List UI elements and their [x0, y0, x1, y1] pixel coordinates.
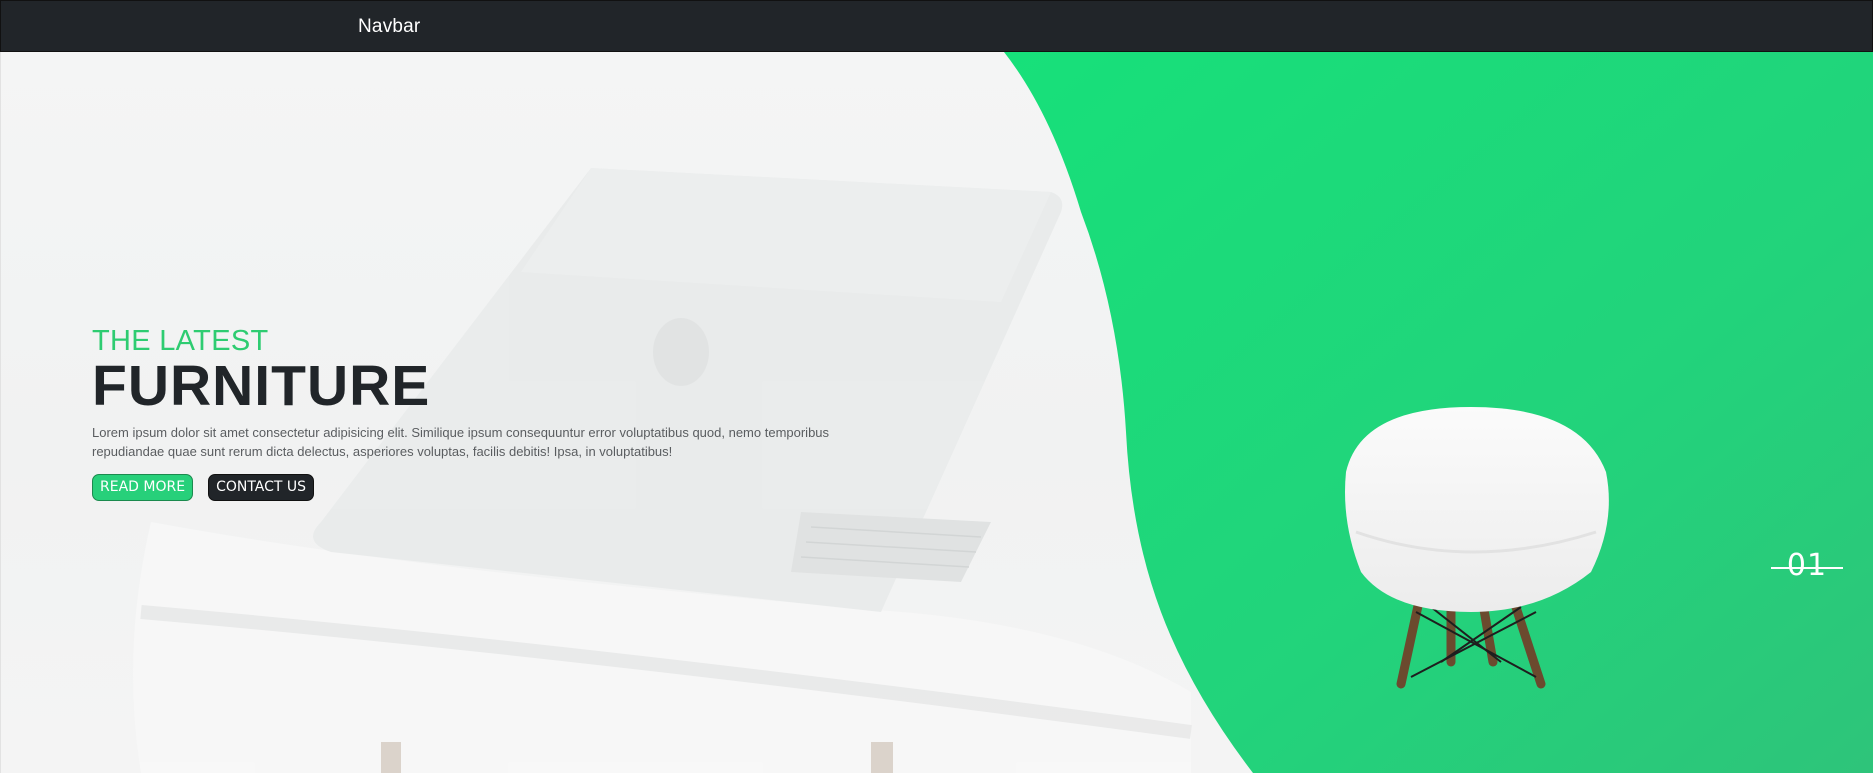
hero-subtitle: THE LATEST: [92, 325, 269, 357]
slide-indicator-line: [1771, 567, 1843, 569]
read-more-button[interactable]: READ MORE: [92, 474, 194, 501]
navbar: Navbar: [0, 0, 1873, 52]
contact-us-button[interactable]: CONTACT US: [208, 474, 315, 501]
hero-buttons: READ MORE CONTACT US: [92, 474, 852, 501]
hero-description: Lorem ipsum dolor sit amet consectetur a…: [92, 425, 830, 459]
slide-number: 01: [1786, 548, 1828, 583]
hero-title: FURNITURE: [92, 354, 431, 418]
slide-indicator[interactable]: 01: [1771, 547, 1843, 587]
hero-text-block: THE LATEST FURNITURE Lorem ipsum dolor s…: [92, 326, 852, 501]
navbar-brand[interactable]: Navbar: [358, 16, 420, 38]
hero-section: THE LATEST FURNITURE Lorem ipsum dolor s…: [0, 52, 1873, 773]
